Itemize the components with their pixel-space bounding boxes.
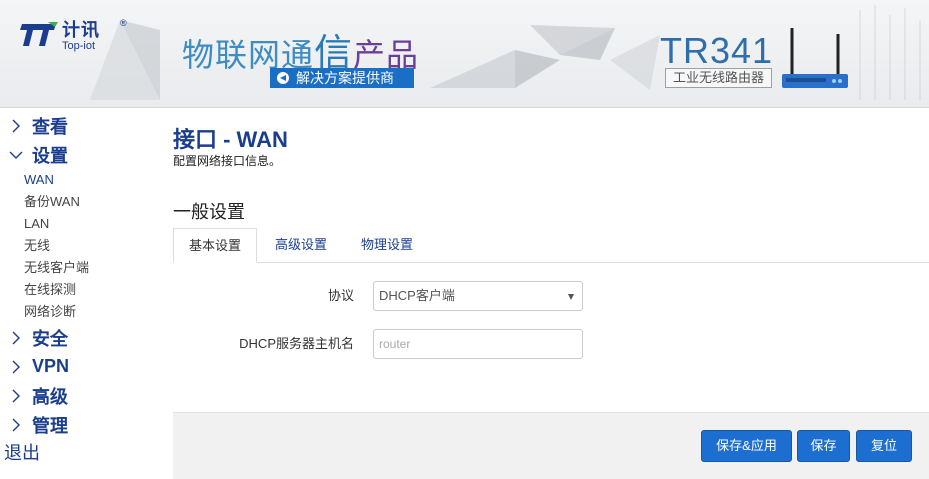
chevron-right-icon: [12, 331, 20, 344]
sidebar-item-vpn[interactable]: VPN: [0, 352, 162, 381]
save-button[interactable]: 保存: [797, 430, 850, 462]
action-bar: 保存&应用 保存 复位: [173, 412, 929, 479]
sidebar-subitem-wireless[interactable]: 无线: [0, 235, 162, 257]
sidebar-item-view[interactable]: 查看: [0, 111, 162, 140]
logout-link[interactable]: 退出: [0, 439, 162, 468]
tab-bar: 基本设置 高级设置 物理设置: [173, 228, 929, 263]
sidebar-item-settings[interactable]: 设置: [0, 140, 162, 169]
page-description: 配置网络接口信息。: [173, 154, 282, 168]
registered-mark: ®: [120, 18, 127, 28]
sidebar-item-label: 高级: [32, 386, 68, 407]
sub-slogan-text: 解决方案提供商: [296, 70, 394, 86]
chevron-right-icon: [12, 389, 20, 402]
sidebar-item-management[interactable]: 管理: [0, 410, 162, 439]
chevron-right-icon: [12, 418, 20, 431]
sidebar: 查看 设置 WAN 备份WAN LAN 无线 无线客户端 在线探测 网络诊断 安…: [0, 108, 162, 479]
sidebar-subitem-lan[interactable]: LAN: [0, 213, 162, 235]
sidebar-subitem-network-diag[interactable]: 网络诊断: [0, 301, 162, 323]
chevron-right-icon: [12, 360, 20, 373]
tab-basic-settings[interactable]: 基本设置: [173, 228, 257, 263]
header-banner: 计讯 Top-iot ® 物联网通信产品 解决方案提供商 TR341 工业无线路…: [0, 0, 929, 108]
hostname-row: DHCP服务器主机名: [173, 329, 929, 359]
protocol-row: 协议 DHCP客户端: [173, 281, 929, 311]
hostname-input[interactable]: [373, 329, 583, 359]
sidebar-item-label: 查看: [32, 116, 68, 137]
play-icon: [277, 72, 289, 84]
protocol-select[interactable]: DHCP客户端: [373, 281, 583, 311]
protocol-label: 协议: [327, 288, 354, 303]
logo-cn-text: 计讯: [62, 20, 100, 40]
sidebar-item-label: VPN: [32, 356, 70, 376]
tab-advanced-settings[interactable]: 高级设置: [263, 228, 339, 263]
sidebar-item-security[interactable]: 安全: [0, 323, 162, 352]
chevron-down-icon: [9, 151, 23, 159]
router-image-icon: [782, 28, 848, 88]
tab-physical-settings[interactable]: 物理设置: [349, 228, 425, 263]
protocol-select-value: DHCP客户端: [379, 288, 455, 303]
section-title: 一般设置: [173, 202, 245, 222]
sub-slogan: 解决方案提供商: [270, 68, 414, 88]
hostname-label: DHCP服务器主机名: [239, 336, 354, 351]
sidebar-subitem-wireless-client[interactable]: 无线客户端: [0, 257, 162, 279]
logo-en-text: Top-iot: [62, 40, 96, 52]
reset-button[interactable]: 复位: [856, 430, 912, 462]
brand-logo: 计讯 Top-iot ®: [18, 18, 127, 52]
page-title: 接口 - WAN: [173, 127, 288, 152]
sidebar-subitem-wan[interactable]: WAN: [0, 169, 162, 191]
chevron-right-icon: [12, 119, 20, 132]
dropdown-arrow-icon: [568, 294, 574, 300]
sidebar-subitem-backup-wan[interactable]: 备份WAN: [0, 191, 162, 213]
model-name: TR341: [660, 30, 774, 71]
logo-mark-icon: [20, 22, 58, 46]
sidebar-item-label: 安全: [32, 328, 68, 349]
sidebar-subitem-online-detect[interactable]: 在线探测: [0, 279, 162, 301]
sidebar-item-advanced[interactable]: 高级: [0, 381, 162, 410]
sidebar-item-label: 管理: [32, 415, 68, 436]
save-apply-button[interactable]: 保存&应用: [701, 430, 792, 462]
model-subtitle: 工业无线路由器: [665, 68, 772, 88]
sidebar-item-label: 设置: [32, 145, 68, 166]
